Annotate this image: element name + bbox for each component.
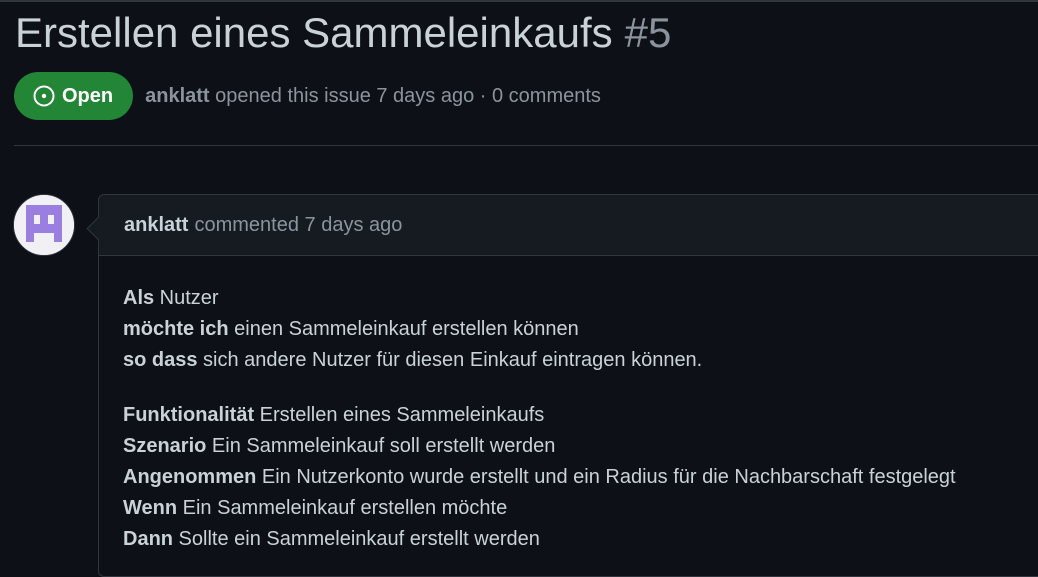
issue-title: Erstellen eines Sammeleinkaufs <box>15 9 613 56</box>
issue-meta-suffix: opened this issue 7 days ago · 0 comment… <box>215 84 601 107</box>
identicon-avatar-icon <box>14 195 74 255</box>
line-keyword: Angenommen <box>123 466 257 488</box>
line-text: Ein Sammeleinkauf erstellen möchte <box>177 497 508 519</box>
comment-line: Dann Sollte ein Sammeleinkauf erstellt w… <box>123 524 1033 555</box>
issue-meta-text: anklatt opened this issue 7 days ago · 0… <box>145 85 601 108</box>
line-keyword: Dann <box>123 528 173 550</box>
line-text: Ein Sammeleinkauf soll erstellt werden <box>206 435 556 457</box>
comment-line: möchte ich einen Sammeleinkauf erstellen… <box>123 314 1033 345</box>
line-keyword: Als <box>123 287 155 309</box>
comment-box: anklatt commented 7 days ago Als Nutzer … <box>86 194 1038 577</box>
line-text: sich andere Nutzer für diesen Einkauf ei… <box>197 349 703 371</box>
issue-meta-row: Open anklatt opened this issue 7 days ag… <box>14 72 601 120</box>
comment-line: Funktionalität Erstellen eines Sammelein… <box>123 400 1033 431</box>
line-text: Erstellen eines Sammeleinkaufs <box>254 404 545 426</box>
line-text: Sollte ein Sammeleinkauf erstellt werden <box>173 528 540 550</box>
header-divider <box>14 145 1038 146</box>
line-text: einen Sammeleinkauf erstellen können <box>228 318 579 340</box>
line-keyword: möchte ich <box>123 318 229 340</box>
comment-line: so dass sich andere Nutzer für diesen Ei… <box>123 345 1033 376</box>
issue-page: Erstellen eines Sammeleinkaufs #5 Open an… <box>0 0 1038 577</box>
issue-title-row: Erstellen eines Sammeleinkaufs #5 <box>15 6 671 60</box>
line-text: Nutzer <box>154 287 219 309</box>
comment-author-link[interactable]: anklatt <box>124 214 188 237</box>
comment-paragraph: Als Nutzer möchte ich einen Sammeleinkau… <box>123 283 1033 376</box>
issue-author-link[interactable]: anklatt <box>145 85 209 107</box>
avatar[interactable] <box>13 194 75 256</box>
issue-opened-icon <box>33 85 55 107</box>
comment-timestamp: commented 7 days ago <box>194 213 403 236</box>
comment-header: anklatt commented 7 days ago <box>99 195 1038 256</box>
comment-line: Wenn Ein Sammeleinkauf erstellen möchte <box>123 493 1033 524</box>
line-keyword: Wenn <box>123 497 178 519</box>
comment-body: Als Nutzer möchte ich einen Sammeleinkau… <box>99 256 1038 555</box>
line-keyword: Funktionalität <box>123 404 255 426</box>
issue-state-label: Open <box>62 84 114 107</box>
issue-number: #5 <box>624 9 672 56</box>
comment-line: Szenario Ein Sammeleinkauf soll erstellt… <box>123 431 1033 462</box>
line-keyword: Szenario <box>123 435 207 457</box>
issue-state-badge: Open <box>14 72 134 120</box>
comment-line: Angenommen Ein Nutzerkonto wurde erstell… <box>123 462 1033 493</box>
line-text: Ein Nutzerkonto wurde erstellt und ein R… <box>256 466 956 488</box>
comment-paragraph: Funktionalität Erstellen eines Sammelein… <box>123 400 1033 555</box>
comment-line: Als Nutzer <box>123 283 1033 314</box>
line-keyword: so dass <box>123 349 198 371</box>
